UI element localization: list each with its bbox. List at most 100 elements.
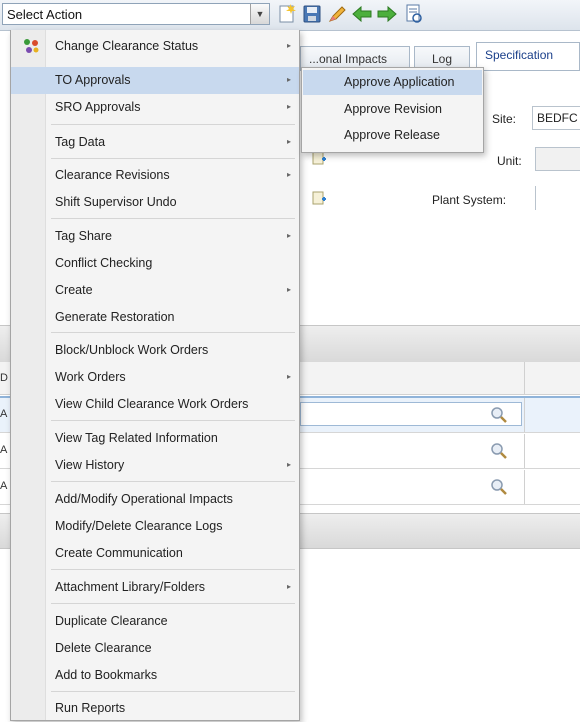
submenu-arrow-icon: ▸ (286, 460, 291, 469)
menu-item-modify-delete-clearance-logs[interactable]: Modify/Delete Clearance Logs (11, 513, 299, 540)
menu-item-view-tag-related-information[interactable]: View Tag Related Information (11, 425, 299, 452)
menu-item-label: Shift Supervisor Undo (55, 195, 177, 209)
select-action-dropdown[interactable]: Select Action ▼ (2, 3, 270, 25)
menu-item-label: Add to Bookmarks (55, 668, 158, 682)
menu-item-label: Attachment Library/Folders (55, 580, 206, 594)
menu-item-label: Clearance Revisions (55, 168, 170, 182)
menu-item-sro-approvals[interactable]: SRO Approvals ▸ (11, 94, 299, 121)
dropdown-arrow-icon[interactable]: ▼ (250, 4, 269, 24)
menu-item-label: Modify/Delete Clearance Logs (55, 519, 223, 533)
menu-item-block-unblock-work-orders[interactable]: Block/Unblock Work Orders (11, 337, 299, 364)
tab-specification[interactable]: Specification (476, 42, 580, 71)
menu-item-create[interactable]: Create ▸ (11, 277, 299, 304)
submenu-item-approve-revision[interactable]: Approve Revision (303, 97, 482, 122)
menu-item-label: Tag Data (55, 135, 106, 149)
column-divider (524, 398, 525, 432)
magnifier-icon[interactable] (490, 406, 508, 424)
forward-icon[interactable] (375, 2, 399, 26)
column-divider (524, 362, 525, 394)
menu-item-label: SRO Approvals (55, 100, 141, 114)
menu-item-label: Conflict Checking (55, 256, 153, 270)
row-fragment: A (0, 444, 8, 456)
plant-system-field[interactable] (535, 186, 580, 210)
menu-separator (51, 158, 295, 159)
menu-item-attachment-library-folders[interactable]: Attachment Library/Folders ▸ (11, 574, 299, 601)
action-menu: Change Clearance Status ▸ TO Approvals ▸… (10, 30, 300, 721)
tab-label: ...onal Impacts (309, 52, 388, 66)
menu-item-label: Work Orders (55, 370, 126, 384)
submenu-item-label: Approve Revision (344, 102, 442, 116)
submenu-item-approve-application[interactable]: Approve Application (303, 70, 482, 95)
menu-item-label: Tag Share (55, 229, 112, 243)
menu-item-duplicate-clearance[interactable]: Duplicate Clearance (11, 608, 299, 635)
tag-lookup-icon[interactable] (312, 190, 328, 206)
menu-item-label: Generate Restoration (55, 310, 175, 324)
status-icon (24, 39, 39, 53)
tab-label: Log (431, 52, 453, 66)
submenu-item-approve-release[interactable]: Approve Release (303, 123, 482, 148)
select-action-value: Select Action (7, 7, 83, 22)
magnifier-icon[interactable] (490, 442, 508, 460)
menu-item-shift-supervisor-undo[interactable]: Shift Supervisor Undo (11, 189, 299, 216)
menu-item-label: View History (55, 458, 125, 472)
menu-separator (51, 603, 295, 604)
submenu-arrow-icon: ▸ (286, 137, 291, 146)
grid-cell-input[interactable] (300, 402, 522, 426)
submenu-arrow-icon: ▸ (286, 372, 291, 381)
submenu-item-label: Approve Application (344, 75, 455, 89)
menu-item-conflict-checking[interactable]: Conflict Checking (11, 250, 299, 277)
menu-item-run-reports[interactable]: Run Reports (11, 695, 299, 722)
tab-strip: ...onal Impacts Log Specification (300, 40, 580, 71)
menu-separator (51, 481, 295, 482)
menu-item-change-clearance-status[interactable]: Change Clearance Status ▸ (11, 33, 299, 60)
column-divider (524, 470, 525, 504)
magnifier-icon[interactable] (490, 478, 508, 496)
unit-label: Unit: (497, 154, 522, 168)
submenu-arrow-icon: ▸ (286, 41, 291, 50)
menu-separator (51, 691, 295, 692)
unit-field[interactable] (535, 147, 580, 171)
submenu-arrow-icon: ▸ (286, 582, 291, 591)
menu-item-to-approvals[interactable]: TO Approvals ▸ (11, 67, 299, 94)
submenu-arrow-icon: ▸ (286, 231, 291, 240)
menu-item-label: View Tag Related Information (55, 431, 218, 445)
menu-item-tag-data[interactable]: Tag Data ▸ (11, 129, 299, 156)
new-icon[interactable] (275, 2, 299, 26)
row-fragment: A (0, 480, 8, 492)
menu-item-delete-clearance[interactable]: Delete Clearance (11, 635, 299, 662)
menu-item-work-orders[interactable]: Work Orders ▸ (11, 364, 299, 391)
site-field[interactable]: BEDFC (532, 106, 580, 130)
toolbar: Select Action ▼ (0, 0, 580, 31)
menu-item-label: Block/Unblock Work Orders (55, 343, 209, 357)
menu-item-add-modify-operational-impacts[interactable]: Add/Modify Operational Impacts (11, 486, 299, 513)
menu-item-label: View Child Clearance Work Orders (55, 397, 249, 411)
plant-system-label: Plant System: (432, 193, 507, 207)
menu-item-generate-restoration[interactable]: Generate Restoration (11, 304, 299, 331)
menu-item-add-to-bookmarks[interactable]: Add to Bookmarks (11, 662, 299, 689)
menu-separator (51, 420, 295, 421)
tab-label: Specification (485, 48, 554, 62)
submenu-arrow-icon: ▸ (286, 102, 291, 111)
menu-item-label: Change Clearance Status (55, 39, 199, 53)
menu-item-label: Create Communication (55, 546, 183, 560)
menu-item-clearance-revisions[interactable]: Clearance Revisions ▸ (11, 162, 299, 189)
row-fragment: A (0, 408, 8, 420)
menu-item-tag-share[interactable]: Tag Share ▸ (11, 223, 299, 250)
back-icon[interactable] (350, 2, 374, 26)
menu-item-view-history[interactable]: View History ▸ (11, 452, 299, 479)
menu-separator (51, 124, 295, 125)
print-preview-icon[interactable] (402, 2, 426, 26)
menu-item-create-communication[interactable]: Create Communication (11, 540, 299, 567)
edit-icon[interactable] (325, 2, 349, 26)
to-approvals-submenu: Approve Application Approve Revision App… (301, 67, 484, 153)
menu-item-label: Duplicate Clearance (55, 614, 168, 628)
menu-item-label: TO Approvals (55, 73, 131, 87)
menu-item-label: Create (55, 283, 93, 297)
submenu-arrow-icon: ▸ (286, 285, 291, 294)
save-icon[interactable] (300, 2, 324, 26)
menu-item-label: Run Reports (55, 701, 126, 715)
menu-separator (51, 332, 295, 333)
submenu-item-label: Approve Release (344, 128, 440, 142)
menu-item-view-child-clearance-work-orders[interactable]: View Child Clearance Work Orders (11, 391, 299, 418)
menu-separator (51, 569, 295, 570)
